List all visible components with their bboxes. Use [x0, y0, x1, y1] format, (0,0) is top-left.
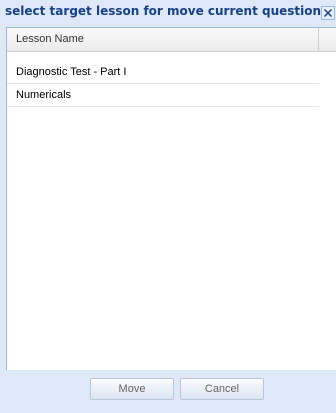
column-header-lesson-name[interactable]: Lesson Name: [7, 28, 319, 51]
lesson-grid: Lesson Name Diagnostic Test - Part I Num…: [6, 27, 336, 370]
table-row[interactable]: Diagnostic Test - Part I: [7, 61, 319, 84]
dialog-button-bar: Move Cancel: [0, 370, 336, 413]
grid-header-row: Lesson Name: [7, 28, 336, 52]
table-row[interactable]: Numericals: [7, 84, 319, 107]
cancel-button[interactable]: Cancel: [180, 378, 264, 400]
close-button[interactable]: [321, 6, 335, 20]
lesson-name-cell: Numericals: [16, 89, 72, 101]
move-button[interactable]: Move: [90, 378, 174, 400]
move-question-dialog: select target lesson for move current qu…: [0, 0, 336, 413]
lesson-name-cell: Diagnostic Test - Part I: [16, 66, 127, 78]
dialog-titlebar[interactable]: select target lesson for move current qu…: [0, 0, 336, 26]
dialog-title: select target lesson for move current qu…: [5, 4, 322, 18]
column-header-label: Lesson Name: [16, 33, 84, 45]
close-icon: [323, 8, 333, 18]
